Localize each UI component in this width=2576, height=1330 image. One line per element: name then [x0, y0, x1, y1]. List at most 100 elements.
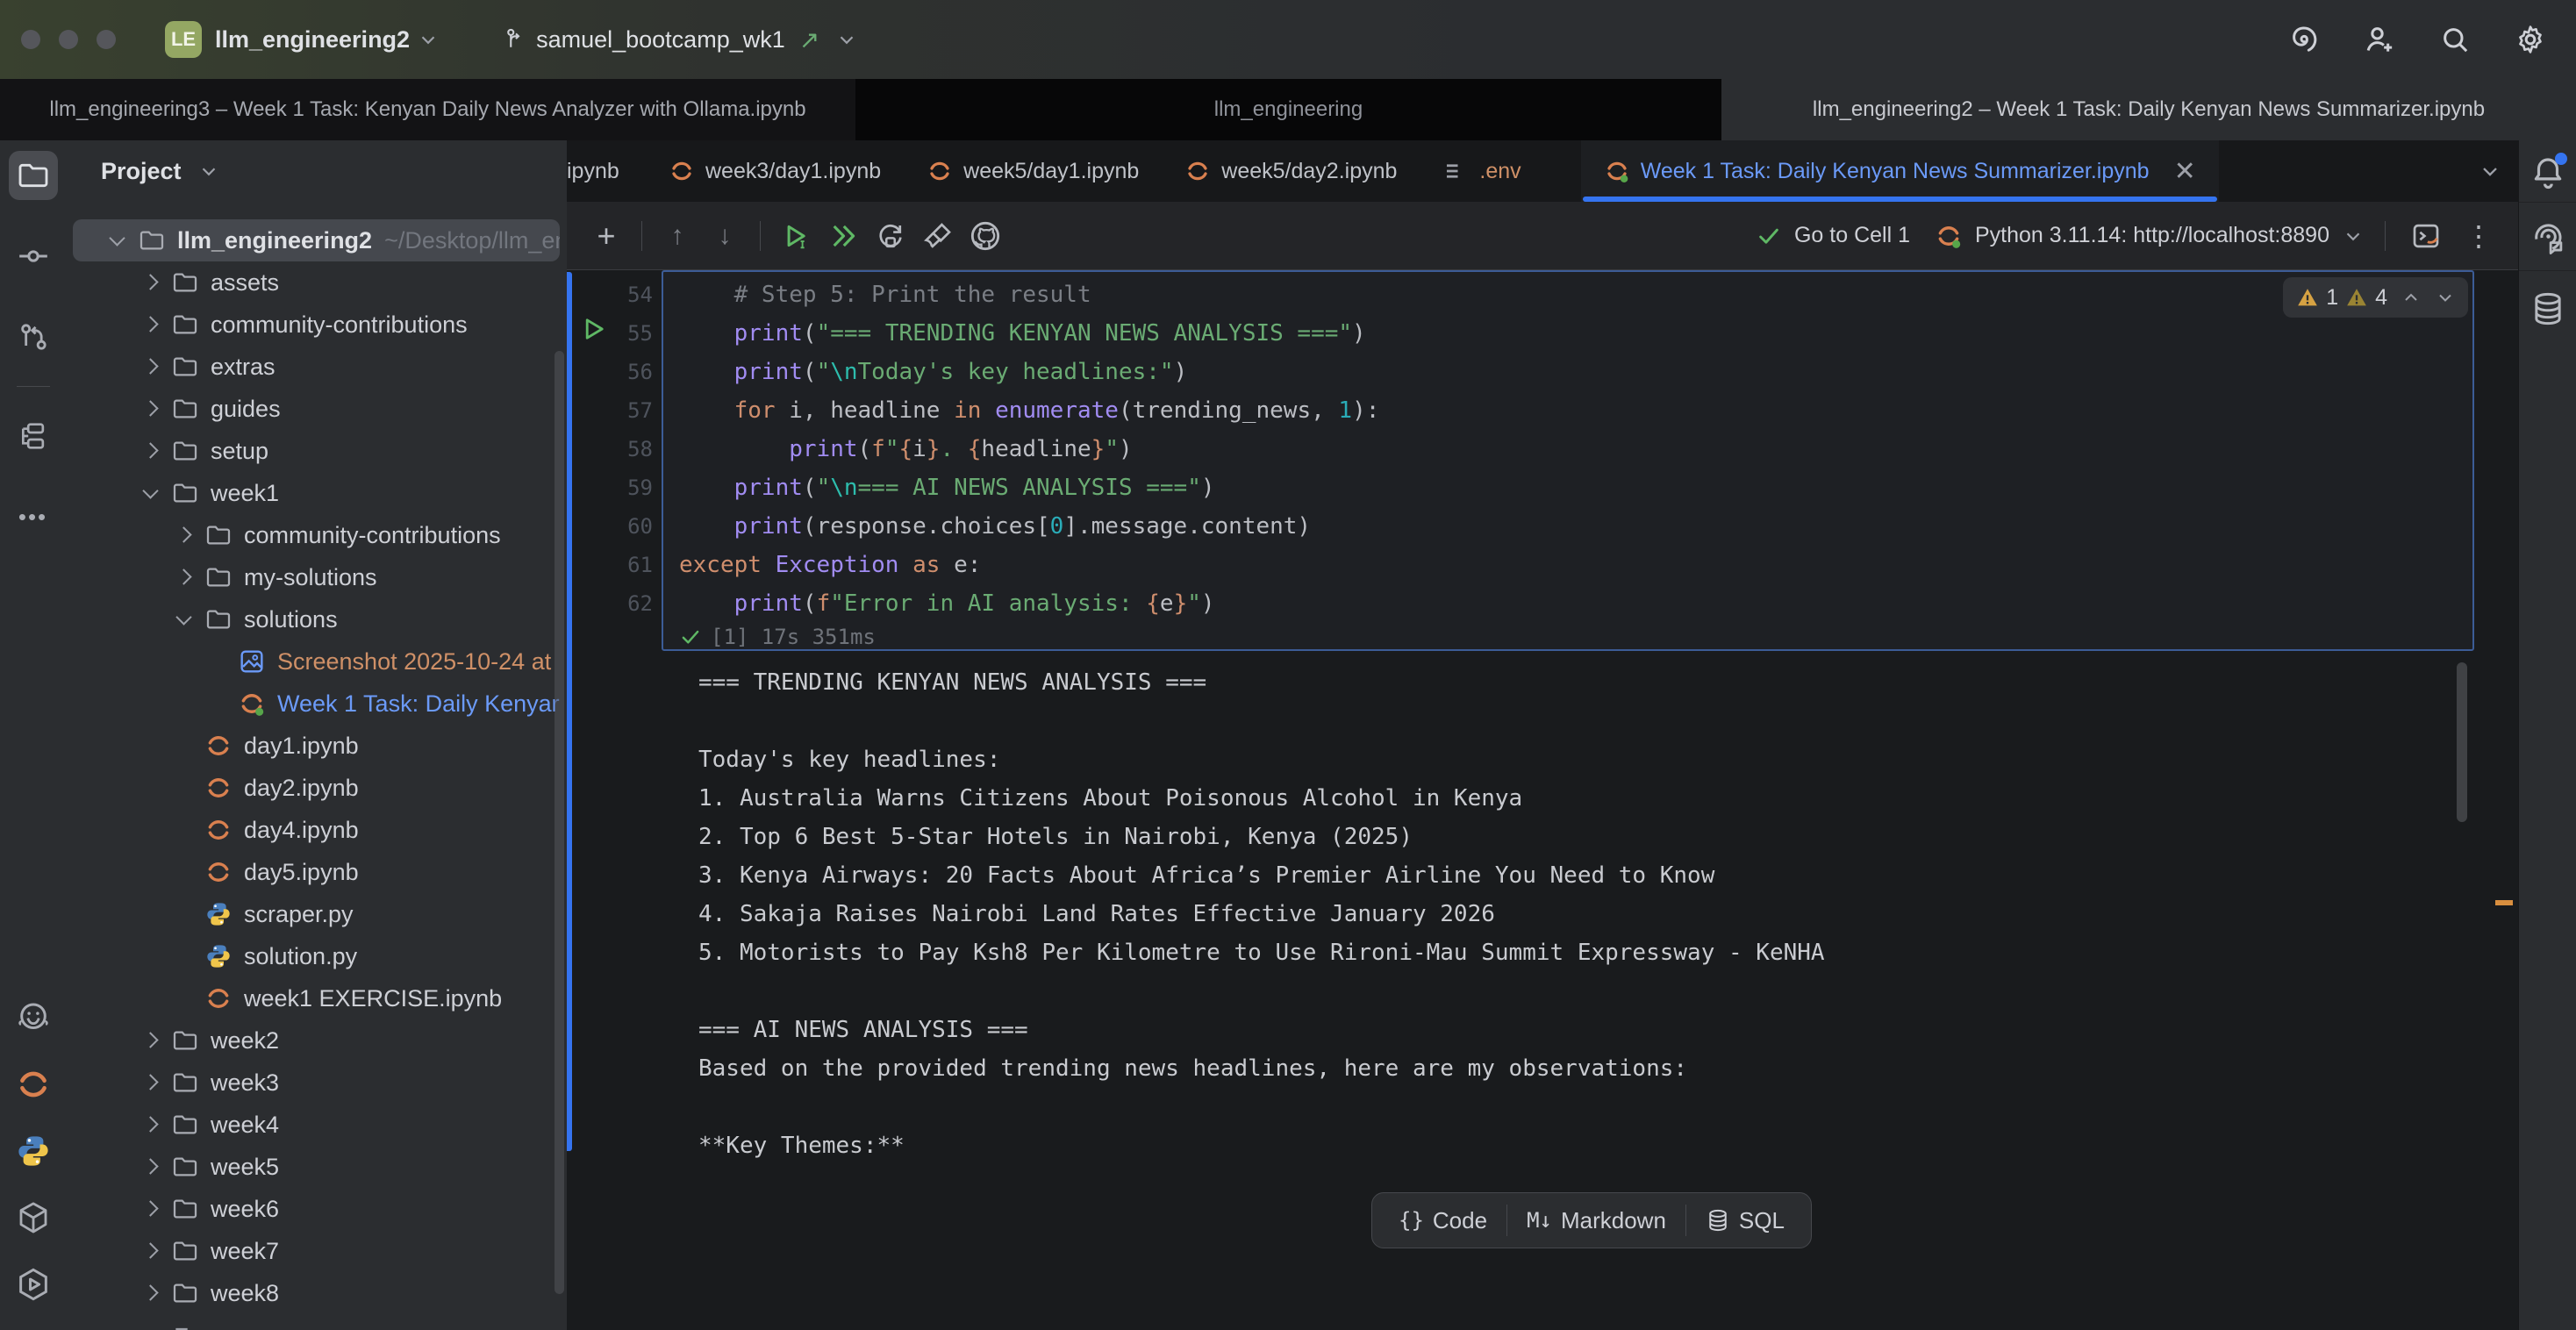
add-markdown-cell-button[interactable]: M↓ Markdown — [1507, 1193, 1685, 1248]
tree-item-week1-exercise[interactable]: week1 EXERCISE.ipynb — [66, 977, 567, 1019]
run-icon — [779, 219, 812, 253]
search-everywhere-button[interactable] — [2436, 20, 2474, 59]
tree-item-week6[interactable]: week6 — [66, 1188, 567, 1230]
project-tree-scrollbar[interactable] — [555, 351, 564, 1294]
add-sql-cell-button[interactable]: SQL — [1686, 1193, 1804, 1248]
notebook-editor[interactable]: 54 55 56 57 58 59 60 61 62 # Step 5: Pri… — [567, 270, 2518, 1330]
ai-chat-tool-button[interactable] — [2527, 216, 2569, 258]
services-tool-button[interactable] — [12, 1263, 54, 1305]
add-cell-button[interactable]: + — [586, 216, 626, 256]
tree-item-week8[interactable]: week8 — [66, 1272, 567, 1314]
tree-item-assets[interactable]: assets — [66, 261, 567, 304]
project-tool-button[interactable] — [9, 151, 58, 200]
settings-button[interactable] — [2511, 20, 2550, 59]
more-tools-button[interactable]: ••• — [9, 492, 58, 541]
editor-tab-env[interactable]: .env — [1420, 140, 1543, 202]
code-line: print(response.choices[0].message.conten… — [663, 507, 2472, 546]
editor-tab-clipped[interactable]: ipynb — [567, 140, 621, 202]
python-packages-tool-button[interactable] — [12, 1197, 54, 1239]
run-line-icon[interactable] — [579, 314, 609, 344]
restart-icon — [874, 219, 907, 253]
database-icon — [2529, 290, 2566, 327]
tree-item-day5[interactable]: day5.ipynb — [66, 851, 567, 893]
tree-item-guides[interactable]: guides — [66, 388, 567, 430]
run-cell-button[interactable] — [776, 216, 816, 256]
more-options-button[interactable]: ⋮ — [2458, 216, 2499, 256]
tree-item-week4[interactable]: week4 — [66, 1104, 567, 1146]
tree-item-solution-py[interactable]: solution.py — [66, 935, 567, 977]
hugging-face-tool-button[interactable] — [12, 997, 54, 1039]
tree-item-scraper-py[interactable]: scraper.py — [66, 893, 567, 935]
jupyter-console-button[interactable] — [2406, 216, 2446, 256]
line-number: 58 — [590, 430, 653, 468]
run-all-cells-button[interactable] — [823, 216, 863, 256]
window-tab-llm-engineering3[interactable]: llm_engineering3 – Week 1 Task: Kenyan D… — [0, 79, 855, 140]
tree-item-week2[interactable]: week2 — [66, 1019, 567, 1062]
tree-item-week1[interactable]: week1 — [66, 472, 567, 514]
error-stripe-mark[interactable] — [2495, 900, 2513, 905]
inspections-widget[interactable]: 1 4 — [2283, 277, 2468, 318]
tree-item-extras[interactable]: extras — [66, 346, 567, 388]
clear-outputs-button[interactable] — [918, 216, 958, 256]
code-line: # Step 5: Print the result — [663, 275, 2472, 314]
pull-requests-tool-button[interactable] — [9, 312, 58, 361]
chevron-right-icon — [136, 352, 166, 382]
next-issue-icon[interactable] — [2435, 287, 2456, 308]
tree-item-week1-community-contributions[interactable]: community-contributions — [66, 514, 567, 556]
chevron-right-icon — [136, 1194, 166, 1224]
github-icon — [968, 218, 1003, 254]
tree-item-screenshot[interactable]: Screenshot 2025-10-24 at — [66, 640, 567, 683]
code-with-me-button[interactable] — [2360, 20, 2399, 59]
window-tab-llm-engineering2[interactable]: llm_engineering2 – Week 1 Task: Daily Ke… — [1721, 79, 2576, 140]
goto-cell-button[interactable]: Go to Cell 1 — [1794, 223, 1910, 248]
structure-tool-button[interactable] — [9, 411, 58, 461]
vcs-branch-widget[interactable]: samuel_bootcamp_wk1 ↗ — [501, 25, 858, 54]
previous-issue-icon[interactable] — [2401, 287, 2422, 308]
jupyter-notebook-icon — [1604, 158, 1630, 184]
gear-icon — [2513, 22, 2548, 57]
project-tree: llm_engineering2 ~/Desktop/llm_en assets… — [66, 219, 567, 1330]
tree-item-setup[interactable]: setup — [66, 430, 567, 472]
move-cell-down-button[interactable]: ↓ — [705, 216, 745, 256]
python-console-tool-button[interactable] — [12, 1130, 54, 1172]
close-window-button[interactable] — [21, 30, 40, 49]
jupyter-tool-button[interactable] — [12, 1063, 54, 1105]
editor-tab-week5-day1[interactable]: week5/day1.ipynb — [904, 140, 1162, 202]
project-panel-header[interactable]: Project — [66, 140, 567, 202]
tree-item-week3[interactable]: week3 — [66, 1062, 567, 1104]
tree-item-week5[interactable]: week5 — [66, 1146, 567, 1188]
close-tab-icon[interactable]: ✕ — [2174, 156, 2196, 187]
code-cell[interactable]: # Step 5: Print the result print("=== TR… — [662, 270, 2474, 651]
tree-item-day2[interactable]: day2.ipynb — [66, 767, 567, 809]
add-code-cell-button[interactable]: {} Code — [1379, 1193, 1506, 1248]
editor-scrollbar[interactable] — [2457, 662, 2467, 822]
commit-tool-button[interactable] — [9, 232, 58, 281]
window-tab-llm-engineering[interactable]: llm_engineering — [855, 79, 1721, 140]
tree-item-root[interactable]: llm_engineering2 ~/Desktop/llm_en — [73, 219, 560, 261]
zoom-window-button[interactable] — [97, 30, 116, 49]
editor-tab-active-week1-task[interactable]: Week 1 Task: Daily Kenyan News Summarize… — [1581, 140, 2219, 202]
tree-item-solutions[interactable]: solutions — [66, 598, 567, 640]
tree-item-env[interactable]: .env — [66, 1314, 567, 1330]
ai-assistant-button[interactable] — [2285, 20, 2323, 59]
tree-item-my-solutions[interactable]: my-solutions — [66, 556, 567, 598]
tree-item-week7[interactable]: week7 — [66, 1230, 567, 1272]
kernel-selector[interactable]: Python 3.11.14: http://localhost:8890 — [1975, 223, 2329, 248]
restart-kernel-button[interactable] — [870, 216, 911, 256]
editor-tab-week5-day2[interactable]: week5/day2.ipynb — [1162, 140, 1420, 202]
tree-item-day1[interactable]: day1.ipynb — [66, 725, 567, 767]
notifications-button[interactable] — [2527, 151, 2569, 193]
tree-item-day4[interactable]: day4.ipynb — [66, 809, 567, 851]
minimize-window-button[interactable] — [59, 30, 78, 49]
editor-tab-week3-day1[interactable]: week3/day1.ipynb — [646, 140, 904, 202]
database-tool-button[interactable] — [2527, 288, 2569, 330]
folder-icon — [171, 479, 199, 507]
chevron-spacer — [169, 899, 199, 929]
move-cell-up-button[interactable]: ↑ — [657, 216, 698, 256]
project-selector[interactable]: llm_engineering2 — [215, 26, 410, 54]
github-button[interactable] — [965, 216, 1005, 256]
line-number: 54 — [590, 275, 653, 314]
tab-list-chevron-icon[interactable] — [2478, 159, 2502, 183]
tree-item-community-contributions[interactable]: community-contributions — [66, 304, 567, 346]
tree-item-week1-task-notebook[interactable]: Week 1 Task: Daily Kenyar — [66, 683, 567, 725]
